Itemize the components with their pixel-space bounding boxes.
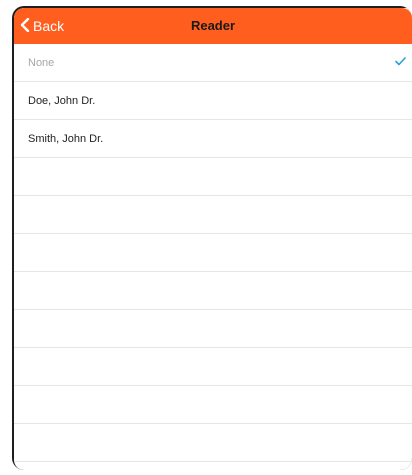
device-frame: Back Reader None Doe, John Dr. Smith, Jo… — [12, 6, 412, 470]
empty-row — [14, 196, 412, 234]
empty-row — [14, 424, 412, 462]
list-item-none[interactable]: None — [14, 44, 412, 82]
empty-row — [14, 158, 412, 196]
screen: Back Reader None Doe, John Dr. Smith, Jo… — [14, 8, 412, 470]
list-item-smith[interactable]: Smith, John Dr. — [14, 120, 412, 158]
checkmark-icon — [395, 56, 406, 69]
page-title: Reader — [190, 18, 236, 33]
empty-row — [14, 272, 412, 310]
list-item-doe[interactable]: Doe, John Dr. — [14, 82, 412, 120]
navigation-bar: Back Reader — [14, 8, 412, 44]
list-item-label: None — [28, 56, 55, 69]
empty-row — [14, 234, 412, 272]
list-item-label: Doe, John Dr. — [28, 94, 96, 107]
empty-row — [14, 386, 412, 424]
empty-row — [14, 348, 412, 386]
reader-list: None Doe, John Dr. Smith, John Dr. — [14, 44, 412, 462]
list-item-label: Smith, John Dr. — [28, 132, 104, 145]
empty-row — [14, 310, 412, 348]
